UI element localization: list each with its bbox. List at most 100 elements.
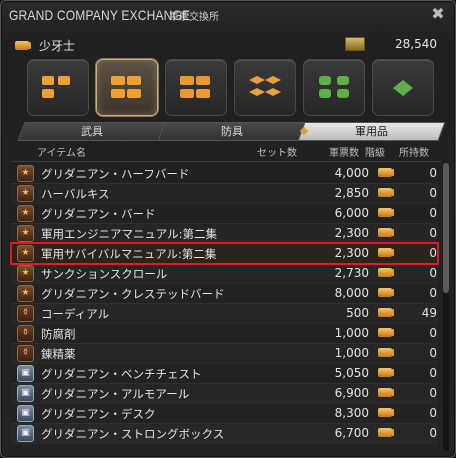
category-button-2[interactable] — [96, 59, 158, 116]
item-held: 0 — [429, 286, 437, 300]
category-buttons — [27, 59, 434, 116]
item-cost: 6,700 — [334, 426, 369, 440]
item-held: 49 — [421, 306, 437, 320]
list-header: アイテム名 セット数 軍票数 階級 所持数 — [11, 139, 441, 162]
header-name: アイテム名 — [37, 148, 86, 159]
star-icon: ★ — [17, 165, 34, 182]
table-row[interactable]: ★ サンクションスクロール 2,730 0 — [11, 263, 438, 284]
rank-insignia-icon — [180, 76, 210, 98]
item-held: 0 — [429, 326, 437, 340]
item-name: グリダニアン・ストロングボックス — [41, 427, 225, 441]
rank-insignia-icon — [378, 388, 392, 397]
item-name: グリダニアン・クレステッドバード — [41, 287, 225, 301]
rank-insignia-icon — [378, 328, 392, 337]
star-icon: ★ — [17, 285, 34, 302]
table-row[interactable]: ▣ グリダニアン・デスク 8,300 0 — [11, 403, 438, 424]
rank-insignia-icon — [111, 76, 141, 98]
furniture-icon: ▣ — [17, 425, 34, 442]
rank-insignia-icon — [378, 228, 392, 237]
rank-insignia-icon — [378, 348, 392, 357]
star-icon: ★ — [17, 245, 34, 262]
table-row[interactable]: ⚱ 防腐剤 1,000 0 — [11, 323, 438, 344]
bottle-icon: ⚱ — [17, 345, 34, 362]
item-name: グリダニアン・ベンチチェスト — [41, 367, 202, 381]
table-row[interactable]: ★ グリダニアン・ハーフバード 4,000 0 — [11, 163, 438, 184]
table-row[interactable]: ★ ハーバルキス 2,850 0 — [11, 183, 438, 204]
furniture-icon: ▣ — [17, 405, 34, 422]
table-row[interactable]: ⚱ コーディアル 500 49 — [11, 303, 438, 324]
item-cost: 8,000 — [334, 286, 369, 300]
rank-insignia-icon — [378, 308, 392, 317]
star-icon: ★ — [17, 225, 34, 242]
item-held: 0 — [429, 266, 437, 280]
item-held: 0 — [429, 166, 437, 180]
item-cost: 2,850 — [334, 186, 369, 200]
rank-insignia-icon — [378, 188, 392, 197]
rank-insignia-icon — [378, 248, 392, 257]
item-cost: 500 — [346, 306, 369, 320]
item-cost: 6,000 — [334, 206, 369, 220]
header-rank: 階級 — [365, 148, 385, 159]
company-seal-icon — [345, 37, 365, 51]
item-cost: 2,730 — [334, 266, 369, 280]
bottle-icon: ⚱ — [17, 325, 34, 342]
rank-insignia-icon — [378, 268, 392, 277]
furniture-icon: ▣ — [17, 365, 34, 382]
rank-insignia-icon — [378, 428, 392, 437]
item-held: 0 — [429, 406, 437, 420]
title-bar: GRAND COMPANY EXCHANGE 軍票交換所 — [9, 7, 219, 27]
item-cost: 1,000 — [334, 346, 369, 360]
header-set: セット数 — [257, 148, 297, 159]
window-title: GRAND COMPANY EXCHANGE — [9, 7, 191, 23]
item-held: 0 — [429, 186, 437, 200]
table-row[interactable]: ★ グリダニアン・バード 6,000 0 — [11, 203, 438, 224]
category-button-5[interactable] — [303, 59, 365, 116]
rank-insignia-icon — [42, 76, 70, 98]
star-icon: ★ — [17, 265, 34, 282]
table-row[interactable]: ▣ グリダニアン・アルモアール 6,900 0 — [11, 383, 438, 404]
tab-label: 防具 — [220, 125, 243, 138]
table-row[interactable]: ▣ グリダニアン・ストロングボックス 6,700 0 — [11, 423, 438, 444]
category-button-3[interactable] — [165, 59, 227, 116]
table-row[interactable]: ⚱ 錬精薬 1,000 0 — [11, 343, 438, 364]
rank-display: 少牙士 — [15, 37, 75, 54]
category-button-1[interactable] — [27, 59, 89, 116]
item-held: 0 — [429, 226, 437, 240]
category-tabs: 武具 防具 軍用品 — [17, 122, 446, 141]
star-icon: ★ — [17, 205, 34, 222]
rank-insignia-icon — [378, 208, 392, 217]
exchange-window: GRAND COMPANY EXCHANGE 軍票交換所 ✖ 少牙士 28,54… — [0, 0, 456, 458]
item-cost: 8,300 — [334, 406, 369, 420]
category-button-6[interactable] — [372, 59, 434, 116]
rank-insignia-icon — [378, 288, 392, 297]
close-icon[interactable]: ✖ — [429, 5, 447, 23]
header-held: 所持数 — [399, 148, 429, 159]
rank-insignia-icon — [378, 168, 392, 177]
item-name: 錬精薬 — [41, 347, 76, 361]
seal-amount: 28,540 — [395, 37, 437, 51]
rank-label: 少牙士 — [39, 39, 76, 53]
item-held: 0 — [429, 206, 437, 220]
item-name: グリダニアン・デスク — [41, 407, 156, 421]
item-cost: 4,000 — [334, 166, 369, 180]
chevron-insignia-icon — [249, 76, 281, 96]
item-name: グリダニアン・ハーフバード — [41, 167, 190, 181]
item-held: 0 — [429, 386, 437, 400]
item-name: 軍用サバイバルマニュアル:第二集 — [41, 247, 217, 261]
table-row[interactable]: ★ 軍用サバイバルマニュアル:第二集 2,300 0 — [10, 242, 439, 265]
gem-insignia-icon — [393, 80, 413, 96]
item-name: グリダニアン・バード — [41, 207, 156, 221]
item-name: 軍用エンジニアマニュアル:第二集 — [41, 227, 218, 241]
header-cost: 軍票数 — [329, 148, 359, 159]
category-button-4[interactable] — [234, 59, 296, 116]
item-cost: 6,900 — [334, 386, 369, 400]
scrollbar-thumb[interactable] — [443, 163, 449, 293]
item-name: ハーバルキス — [41, 187, 110, 201]
scrollbar[interactable] — [443, 163, 449, 451]
table-row[interactable]: ▣ グリダニアン・ベンチチェスト 5,050 0 — [11, 363, 438, 384]
bottle-icon: ⚱ — [17, 305, 34, 322]
seal-count: 28,540 — [345, 37, 437, 51]
table-row[interactable]: ★ グリダニアン・クレステッドバード 8,000 0 — [11, 283, 438, 304]
item-cost: 5,050 — [334, 366, 369, 380]
table-row[interactable]: ★ 軍用エンジニアマニュアル:第二集 2,300 0 — [11, 223, 438, 244]
